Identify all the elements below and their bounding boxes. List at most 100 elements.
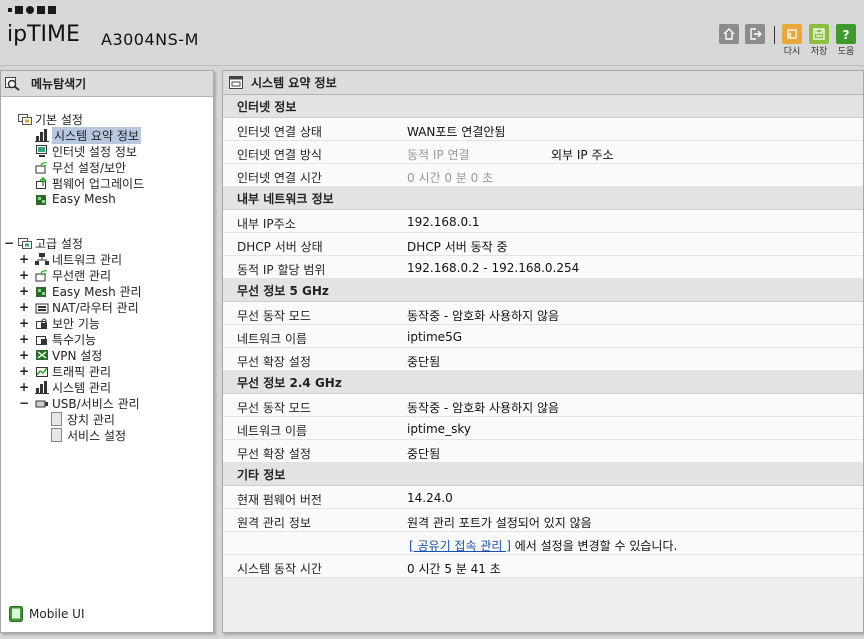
tree-item-label: 장치 관리 (67, 412, 115, 427)
header-bar: ipTIME A3004NS-M 다시 저장 ? 도움 (0, 0, 864, 66)
tree-item-system-admin[interactable]: 시스템 관리 (35, 379, 111, 395)
brand-logo: ipTIME (7, 22, 80, 47)
tree-item-firmware-upgrade[interactable]: 펌웨어 업그레이드 (35, 175, 144, 191)
info-row: 네트워크 이름 iptime_sky (223, 417, 863, 440)
special-icon (36, 336, 47, 345)
tree-item-system-summary[interactable]: 시스템 요약 정보 (35, 126, 141, 144)
info-value: 동적 IP 연결 (407, 148, 470, 162)
logo-dots (8, 6, 56, 14)
lock-icon (36, 318, 47, 329)
info-row: DHCP 서버 상태 DHCP 서버 동작 중 (223, 233, 863, 256)
logout-button[interactable] (745, 24, 765, 44)
upgrade-icon (36, 176, 47, 189)
info-value: 192.168.0.1 (407, 215, 480, 229)
refresh-button[interactable] (782, 24, 802, 44)
tree-item-label: 시스템 관리 (52, 380, 112, 395)
router-access-admin-link[interactable]: [ 공유기 접속 관리 ] (409, 539, 511, 553)
tree-expand-vpn[interactable]: + (19, 347, 29, 363)
tree-item-service-settings[interactable]: 서비스 설정 (50, 427, 126, 443)
remote-admin-suffix: 에서 설정을 변경할 수 있습니다. (510, 539, 678, 553)
info-value: DHCP 서버 동작 중 (407, 240, 508, 254)
info-row: 네트워크 이름 iptime5G (223, 325, 863, 348)
help-button[interactable]: ? (836, 24, 856, 44)
info-row: 현재 펌웨어 버전 14.24.0 (223, 486, 863, 509)
tree-item-label: 펌웨어 업그레이드 (52, 176, 145, 191)
tree-advanced-settings[interactable]: 고급 설정 (18, 235, 83, 251)
tree-collapse-usb[interactable]: − (19, 395, 29, 411)
tree-expand-nat[interactable]: + (19, 299, 29, 315)
tree-item-label: 트래픽 관리 (52, 364, 112, 379)
tree-expand-easy-mesh[interactable]: + (19, 283, 29, 299)
tree-item-nat-router[interactable]: NAT/라우터 관리 (35, 299, 139, 315)
tree-item-wlan[interactable]: 무선랜 관리 (35, 267, 111, 283)
info-key: 네트워크 이름 (237, 332, 308, 346)
chart-icon (35, 381, 49, 394)
home-button[interactable] (719, 24, 739, 44)
tree-item-internet-settings[interactable]: 인터넷 설정 정보 (35, 143, 137, 159)
page-icon (51, 428, 62, 442)
info-row: [ 공유기 접속 관리 ] 에서 설정을 변경할 수 있습니다. (223, 532, 863, 555)
tree-expand-system[interactable]: + (19, 379, 29, 395)
info-key: 무선 동작 모드 (237, 401, 311, 415)
info-key: 네트워크 이름 (237, 424, 308, 438)
refresh-label: 다시 (783, 47, 801, 57)
tree-item-easy-mesh-admin[interactable]: Easy Mesh 관리 (35, 283, 142, 299)
tree-item-label: 무선 설정/보안 (52, 160, 127, 175)
chart-icon (35, 129, 49, 142)
info-row: 인터넷 연결 상태 WAN포트 연결안됨 (223, 118, 863, 141)
info-value: WAN포트 연결안됨 (407, 125, 506, 139)
info-key: 인터넷 연결 시간 (237, 171, 322, 185)
tree-basic-settings[interactable]: 기본 설정 (18, 111, 83, 127)
info-row: 동적 IP 할당 범위 192.168.0.2 - 192.168.0.254 (223, 256, 863, 279)
info-key: 인터넷 연결 상태 (237, 125, 322, 139)
header-separator (774, 26, 775, 44)
usb-icon (35, 400, 48, 408)
tree-expand-special[interactable]: + (19, 331, 29, 347)
tree-item-label: USB/서비스 관리 (52, 396, 140, 411)
info-key: 원격 관리 정보 (237, 516, 311, 530)
tree-item-network[interactable]: 네트워크 관리 (35, 251, 122, 267)
tree-collapse-advanced[interactable]: − (4, 235, 14, 251)
info-row: 무선 동작 모드 동작중 - 암호화 사용하지 않음 (223, 394, 863, 417)
monitor-icon (36, 145, 47, 157)
traffic-icon (36, 367, 48, 377)
tree-item-label: 네트워크 관리 (52, 252, 123, 267)
remote-admin-note: [ 공유기 접속 관리 ] 에서 설정을 변경할 수 있습니다. (409, 537, 677, 554)
router-icon (35, 303, 49, 314)
info-value: 192.168.0.2 - 192.168.0.254 (407, 261, 580, 275)
menu-explorer-header: 메뉴탐색기 (1, 71, 213, 97)
save-icon (813, 28, 825, 40)
help-icon: ? (843, 28, 850, 41)
help-label: 도움 (837, 47, 855, 57)
tree-item-label: NAT/라우터 관리 (52, 300, 139, 315)
search-icon (5, 76, 20, 91)
tree-expand-wlan[interactable]: + (19, 267, 29, 283)
save-button[interactable] (809, 24, 829, 44)
tree-item-wireless-security[interactable]: 무선 설정/보안 (35, 159, 126, 175)
tree-item-special[interactable]: 특수기능 (35, 331, 96, 347)
tree-item-usb-service[interactable]: USB/서비스 관리 (35, 395, 140, 411)
tree-expand-network[interactable]: + (19, 251, 29, 267)
tree-expand-security[interactable]: + (19, 315, 29, 331)
tree-item-label: 무선랜 관리 (52, 268, 112, 283)
tree-item-device-manage[interactable]: 장치 관리 (50, 411, 115, 427)
tree-expand-traffic[interactable]: + (19, 363, 29, 379)
info-value: 0 시간 5 분 41 초 (407, 562, 501, 576)
info-key: 인터넷 연결 방식 (237, 148, 322, 162)
mobile-ui-label: Mobile UI (29, 607, 85, 621)
tree-item-traffic[interactable]: 트래픽 관리 (35, 363, 111, 379)
info-key: 무선 확장 설정 (237, 447, 311, 461)
mobile-ui-link[interactable]: Mobile UI (9, 606, 85, 622)
tree-item-security[interactable]: 보안 기능 (35, 315, 100, 331)
tree-item-label: 보안 기능 (52, 316, 100, 331)
section-wifi-24ghz: 무선 정보 2.4 GHz (223, 371, 863, 394)
mobile-icon (9, 606, 23, 622)
tree-item-vpn[interactable]: VPN 설정 (35, 347, 102, 363)
tree-advanced-settings-label: 고급 설정 (35, 236, 83, 251)
logout-icon (750, 28, 762, 40)
tree-item-easy-mesh[interactable]: Easy Mesh (35, 191, 116, 207)
info-row: 무선 동작 모드 동작중 - 암호화 사용하지 않음 (223, 302, 863, 325)
info-key: DHCP 서버 상태 (237, 240, 323, 254)
info-value: iptime_sky (407, 422, 471, 436)
tree-item-label: Easy Mesh 관리 (52, 284, 142, 299)
